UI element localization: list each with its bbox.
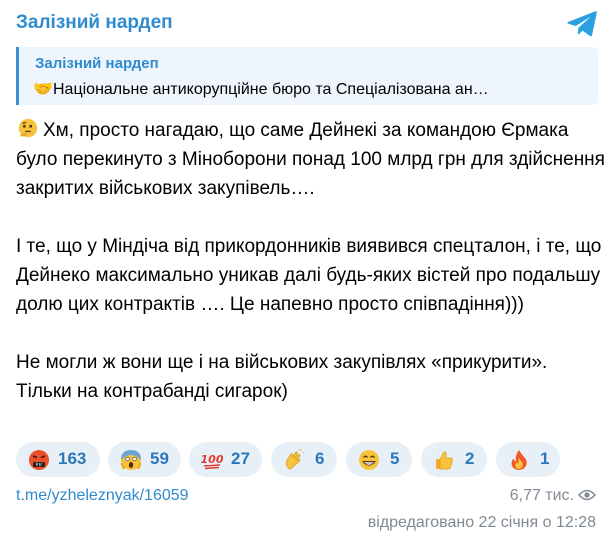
reaction-grinning[interactable]: 5 bbox=[346, 442, 412, 477]
reply-preview-text: Національне антикорупційне бюро та Спеці… bbox=[53, 81, 489, 98]
fire-icon bbox=[511, 450, 527, 470]
reaction-count: 59 bbox=[150, 449, 169, 468]
post-paragraph-1-text: Хм, просто нагадаю, що саме Дейнекі за к… bbox=[16, 120, 605, 199]
reaction-count: 6 bbox=[315, 449, 325, 468]
thumbs-up-icon bbox=[436, 451, 453, 470]
reaction-thumbs-up[interactable]: 2 bbox=[421, 442, 487, 477]
post-header: Залізний нардеп bbox=[16, 10, 598, 40]
thinking-face-icon bbox=[18, 118, 38, 138]
reply-author: Залізний нардеп bbox=[35, 55, 159, 72]
telegram-post-card: Залізний нардеп Залізний нардеп 🤝Націона… bbox=[0, 0, 610, 547]
reaction-clapping[interactable]: 6 bbox=[271, 442, 337, 477]
reaction-count: 27 bbox=[231, 449, 250, 468]
post-paragraph-1: Хм, просто нагадаю, що саме Дейнекі за к… bbox=[16, 114, 606, 203]
screaming-face-icon bbox=[120, 450, 142, 470]
reply-preview: 🤝Національне антикорупційне бюро та Спец… bbox=[33, 79, 489, 99]
telegram-plane-icon[interactable] bbox=[566, 10, 598, 38]
views-counter: 6,77 тис. bbox=[510, 487, 596, 505]
reaction-hundred[interactable]: 100 27 bbox=[189, 442, 262, 477]
post-paragraph-3: Не могли ж вони ще і на військових закуп… bbox=[16, 352, 548, 402]
svg-text:#$!: #$! bbox=[35, 462, 43, 467]
svg-text:100: 100 bbox=[201, 453, 223, 466]
reply-quote[interactable]: Залізний нардеп 🤝Національне антикорупці… bbox=[16, 47, 598, 105]
post-paragraph-2: І те, що у Міндіча від прикордонників ви… bbox=[16, 236, 602, 315]
post-link[interactable]: t.me/yzheleznyak/16059 bbox=[16, 487, 189, 505]
post-body: Хм, просто нагадаю, що саме Дейнекі за к… bbox=[16, 114, 606, 406]
reaction-count: 1 bbox=[540, 449, 550, 468]
reaction-fire[interactable]: 1 bbox=[496, 442, 560, 477]
edited-timestamp: відредаговано 22 січня о 12:28 bbox=[367, 514, 596, 531]
reaction-swearing[interactable]: #$! 163 bbox=[16, 442, 100, 477]
channel-title[interactable]: Залізний нардеп bbox=[16, 12, 173, 34]
reaction-count: 5 bbox=[390, 449, 400, 468]
reaction-screaming[interactable]: 59 bbox=[108, 442, 181, 477]
swearing-face-icon: #$! bbox=[29, 450, 49, 470]
handshake-icon: 🤝 bbox=[33, 81, 53, 98]
reaction-count: 2 bbox=[465, 449, 475, 468]
views-count: 6,77 тис. bbox=[509, 487, 574, 504]
reaction-count: 163 bbox=[58, 449, 87, 468]
hundred-points-icon: 100 bbox=[201, 453, 223, 470]
clapping-hands-icon bbox=[285, 449, 305, 470]
grinning-face-icon bbox=[359, 450, 379, 470]
eye-icon bbox=[578, 489, 596, 501]
